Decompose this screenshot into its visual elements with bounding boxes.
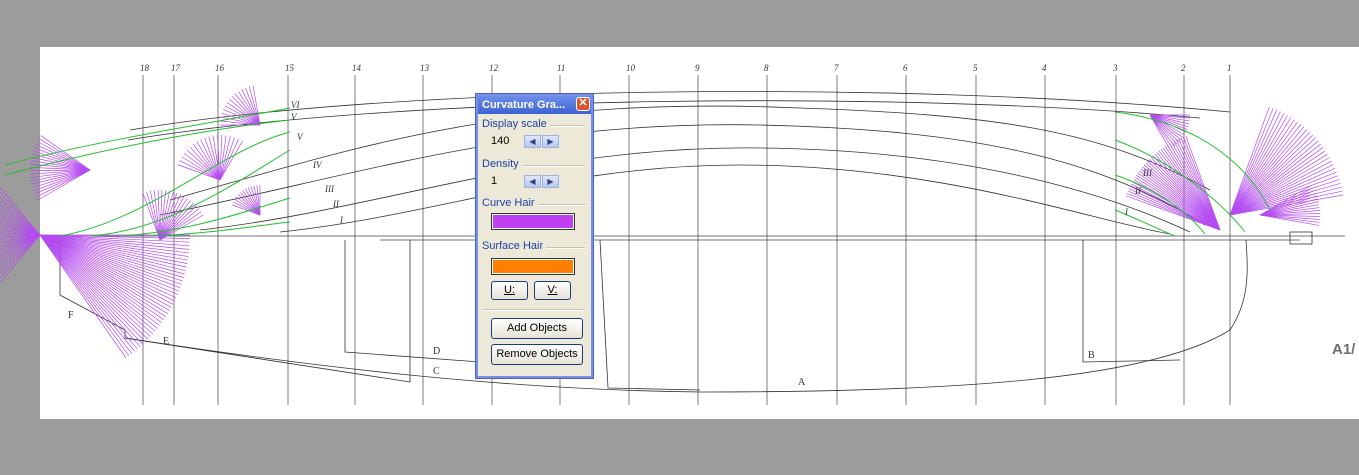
buttock-label: F xyxy=(68,310,74,321)
density-value: 1 xyxy=(491,175,498,187)
station-label: 2 xyxy=(1181,63,1186,73)
station-label: 9 xyxy=(695,63,700,73)
display-scale-value: 140 xyxy=(491,135,510,147)
display-scale-decrease-icon[interactable]: ◀ xyxy=(524,135,541,148)
station-label: 4 xyxy=(1042,63,1047,73)
display-scale-increase-icon[interactable]: ▶ xyxy=(542,135,559,148)
station-label: 13 xyxy=(420,63,430,73)
panel-title[interactable]: Curvature Gra... xyxy=(478,96,591,114)
sheet-tag: A1/ xyxy=(1332,341,1356,358)
display-scale-label: Display scale xyxy=(482,118,550,130)
station-label: 1 xyxy=(1227,63,1232,73)
station-label: 8 xyxy=(764,63,769,73)
station-label: 6 xyxy=(903,63,908,73)
station-label: 14 xyxy=(352,63,362,73)
station-label: 10 xyxy=(626,63,636,73)
objects-divider xyxy=(482,309,585,311)
station-label: 3 xyxy=(1112,63,1118,73)
lines-plan-drawing: 18 17 16 15 14 13 12 11 10 9 8 7 6 5 4 3 2 1VIVVIVIIIIIII… xyxy=(0,47,1359,419)
density-decrease-icon[interactable]: ◀ xyxy=(524,175,541,188)
buttock-label: D xyxy=(433,346,440,357)
curve-hair-color-button[interactable] xyxy=(491,213,575,230)
buttock-label: C xyxy=(433,366,440,377)
section-label: IV xyxy=(312,160,323,170)
curve-hair-label: Curve Hair xyxy=(482,197,538,209)
station-label: 7 xyxy=(834,63,839,73)
surface-hair-color-button[interactable] xyxy=(491,258,575,275)
station-label: 18 xyxy=(140,63,150,73)
buttock-label: A xyxy=(798,377,806,388)
station-label: 5 xyxy=(973,63,978,73)
drawing-sheet xyxy=(40,47,1359,419)
curvature-graph-panel[interactable]: Curvature Gra... ✕ Display scale 140 ◀ ▶… xyxy=(475,93,594,379)
density-label: Density xyxy=(482,158,522,170)
section-label: II xyxy=(332,199,340,209)
buttock-label: E xyxy=(163,336,169,347)
section-label: VI xyxy=(291,100,300,110)
surface-hair-label: Surface Hair xyxy=(482,240,547,252)
buttock-label: B xyxy=(1088,350,1095,361)
u-button[interactable]: U: xyxy=(491,281,528,300)
section-label: II xyxy=(1134,186,1142,196)
station-label: 12 xyxy=(489,63,499,73)
station-label: 11 xyxy=(557,63,565,73)
station-label: 17 xyxy=(171,63,181,73)
station-label: 15 xyxy=(285,63,295,73)
station-label: 16 xyxy=(215,63,225,73)
section-label: III xyxy=(324,184,335,194)
section-label: III xyxy=(1142,168,1153,178)
close-icon[interactable]: ✕ xyxy=(576,97,590,111)
v-button[interactable]: V: xyxy=(534,281,571,300)
add-objects-button[interactable]: Add Objects xyxy=(491,318,583,339)
modeling-viewport[interactable]: 18 17 16 15 14 13 12 11 10 9 8 7 6 5 4 3 2 1 VI V V IV III II I I… xyxy=(0,0,1359,475)
density-increase-icon[interactable]: ▶ xyxy=(542,175,559,188)
remove-objects-button[interactable]: Remove Objects xyxy=(491,344,583,365)
